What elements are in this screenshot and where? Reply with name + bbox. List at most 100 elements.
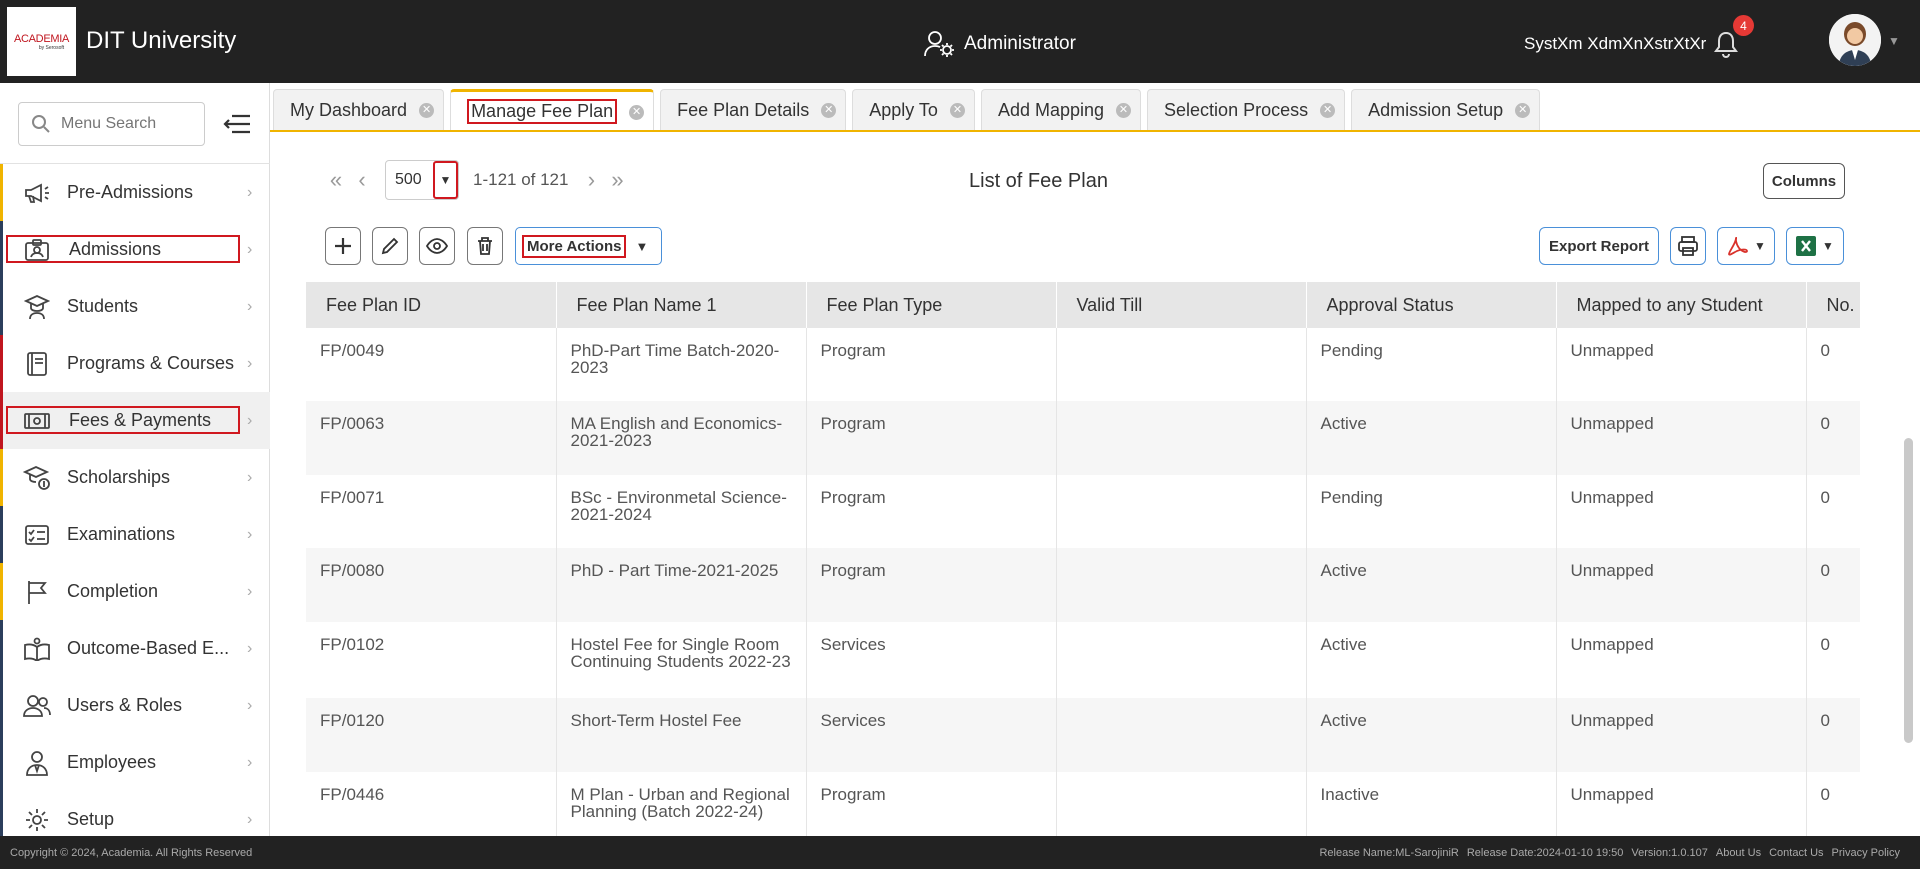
cell-fee-plan-type: Services [806, 698, 1057, 772]
sidebar-item-label: Examinations [67, 524, 176, 544]
cell-mapped-status: Unmapped [1556, 772, 1807, 836]
graduate-icon [23, 293, 51, 321]
pdf-export-button[interactable]: ▼ [1717, 227, 1775, 265]
user-gear-icon [924, 31, 954, 57]
close-icon[interactable]: ✕ [821, 103, 837, 118]
chevron-right-icon: › [247, 411, 253, 429]
chevron-right-icon: › [247, 696, 253, 714]
cell-fee-plan-name: PhD-Part Time Batch-2020-2023 [556, 328, 807, 401]
cell-fee-plan-id: FP/0063 [306, 401, 557, 475]
column-header-fee-plan-type[interactable]: Fee Plan Type [806, 282, 1057, 328]
columns-button[interactable]: Columns [1763, 163, 1845, 199]
printer-icon [1678, 236, 1698, 256]
dropdown-arrow-icon[interactable]: ▼ [433, 161, 458, 199]
sidebar-item-outcome-based[interactable]: Outcome-Based E... › [0, 620, 270, 677]
sidebar-item-scholarships[interactable]: Scholarships › [0, 449, 270, 506]
close-icon[interactable]: ✕ [419, 103, 435, 118]
column-header-fee-plan-name[interactable]: Fee Plan Name 1 [556, 282, 807, 328]
cell-fee-plan-name: Hostel Fee for Single Room Continuing St… [556, 622, 807, 698]
close-icon[interactable]: ✕ [1515, 103, 1531, 118]
page-size-value: 500 [395, 171, 422, 188]
column-header-mapped-to-student[interactable]: Mapped to any Student [1556, 282, 1807, 328]
sidebar-item-programs-courses[interactable]: Programs & Courses › [0, 335, 270, 392]
chevron-down-icon[interactable]: ▼ [1888, 34, 1900, 48]
sidebar-item-fees-payments[interactable]: Fees & Payments › [0, 392, 270, 449]
about-link[interactable]: About Us [1716, 847, 1761, 859]
cell-fee-plan-id: FP/0049 [306, 328, 557, 401]
academia-logo[interactable]: ACADEMIA by Serosoft [7, 7, 76, 76]
vertical-scrollbar[interactable] [1904, 438, 1913, 743]
caret-down-icon: ▼ [1754, 239, 1766, 253]
table-row[interactable]: FP/0071 BSc - Environmetal Science-2021-… [306, 475, 1860, 548]
excel-export-button[interactable]: ▼ [1786, 227, 1844, 265]
prev-page-icon[interactable]: ‹ [349, 167, 375, 193]
sidebar-item-completion[interactable]: Completion › [0, 563, 270, 620]
tab-label: Manage Fee Plan [467, 99, 618, 124]
menu-search[interactable] [18, 102, 205, 146]
view-button[interactable] [419, 227, 455, 265]
cell-approval-status: Pending [1306, 328, 1557, 401]
sidebar-item-employees[interactable]: Employees › [0, 734, 270, 791]
privacy-link[interactable]: Privacy Policy [1832, 847, 1900, 859]
column-header-valid-till[interactable]: Valid Till [1056, 282, 1307, 328]
pagination: « ‹ 500 ▼ 1-121 of 121 › » [323, 160, 630, 200]
add-button[interactable] [325, 227, 361, 265]
menu-search-input[interactable] [61, 115, 191, 133]
cell-fee-plan-type: Program [806, 328, 1057, 401]
close-icon[interactable]: ✕ [949, 103, 965, 118]
tab-fee-plan-details[interactable]: Fee Plan Details ✕ [660, 89, 847, 131]
sidebar-item-students[interactable]: Students › [0, 278, 270, 335]
close-icon[interactable]: ✕ [1116, 103, 1132, 118]
tab-underline [270, 130, 1920, 132]
export-report-button[interactable]: Export Report [1539, 227, 1659, 265]
tab-admission-setup[interactable]: Admission Setup ✕ [1351, 89, 1541, 131]
fee-plan-table-container: Fee Plan ID Fee Plan Name 1 Fee Plan Typ… [306, 282, 1860, 836]
bell-icon[interactable] [1713, 30, 1739, 58]
sidebar-item-admissions[interactable]: Admissions › [0, 221, 270, 278]
table-row[interactable]: FP/0063 MA English and Economics-2021-20… [306, 401, 1860, 475]
close-icon[interactable]: ✕ [629, 105, 645, 120]
cell-fee-plan-name: Short-Term Hostel Fee [556, 698, 807, 772]
column-header-fee-plan-id[interactable]: Fee Plan ID [306, 282, 557, 328]
tab-manage-fee-plan[interactable]: Manage Fee Plan ✕ [450, 89, 655, 131]
next-page-icon[interactable]: › [578, 167, 604, 193]
chevron-right-icon: › [247, 639, 253, 657]
cell-mapped-status: Unmapped [1556, 475, 1807, 548]
sidebar-item-users-roles[interactable]: Users & Roles › [0, 677, 270, 734]
tab-label: My Dashboard [290, 100, 408, 120]
sidebar-item-label: Scholarships [67, 467, 171, 487]
more-actions-label: More Actions [522, 234, 627, 258]
table-row[interactable]: FP/0102 Hostel Fee for Single Room Conti… [306, 622, 1860, 698]
column-header-no[interactable]: No. [1806, 282, 1860, 328]
table-row[interactable]: FP/0080 PhD - Part Time-2021-2025 Progra… [306, 548, 1860, 622]
tab-selection-process[interactable]: Selection Process ✕ [1147, 89, 1346, 131]
tab-apply-to[interactable]: Apply To ✕ [852, 89, 975, 131]
tab-my-dashboard[interactable]: My Dashboard ✕ [273, 89, 445, 131]
collapse-menu-icon[interactable] [222, 111, 252, 137]
page-size-select[interactable]: 500 ▼ [385, 160, 459, 200]
sidebar-item-pre-admissions[interactable]: Pre-Admissions › [0, 164, 270, 221]
sidebar-item-label: Pre-Admissions [67, 182, 194, 202]
column-header-approval-status[interactable]: Approval Status [1306, 282, 1557, 328]
table-row[interactable]: FP/0446 M Plan - Urban and Regional Plan… [306, 772, 1860, 836]
edit-button[interactable] [372, 227, 408, 265]
role-switcher[interactable]: Administrator [924, 30, 1076, 58]
cell-approval-status: Active [1306, 401, 1557, 475]
cell-approval-status: Inactive [1306, 772, 1557, 836]
print-button[interactable] [1670, 227, 1706, 265]
last-page-icon[interactable]: » [604, 167, 630, 193]
cell-valid-till [1056, 328, 1307, 401]
logo-text: ACADEMIA [13, 32, 70, 45]
tab-add-mapping[interactable]: Add Mapping ✕ [980, 89, 1142, 131]
first-page-icon[interactable]: « [323, 167, 349, 193]
close-icon[interactable]: ✕ [1320, 103, 1336, 118]
sidebar-item-examinations[interactable]: Examinations › [0, 506, 270, 563]
chevron-right-icon: › [247, 183, 253, 201]
more-actions-button[interactable]: More Actions ▼ [515, 227, 662, 265]
avatar[interactable] [1829, 14, 1881, 66]
delete-button[interactable] [467, 227, 503, 265]
tab-label: Selection Process [1164, 100, 1309, 120]
table-row[interactable]: FP/0049 PhD-Part Time Batch-2020-2023 Pr… [306, 328, 1860, 401]
contact-link[interactable]: Contact Us [1769, 847, 1823, 859]
table-row[interactable]: FP/0120 Short-Term Hostel Fee Services A… [306, 698, 1860, 772]
